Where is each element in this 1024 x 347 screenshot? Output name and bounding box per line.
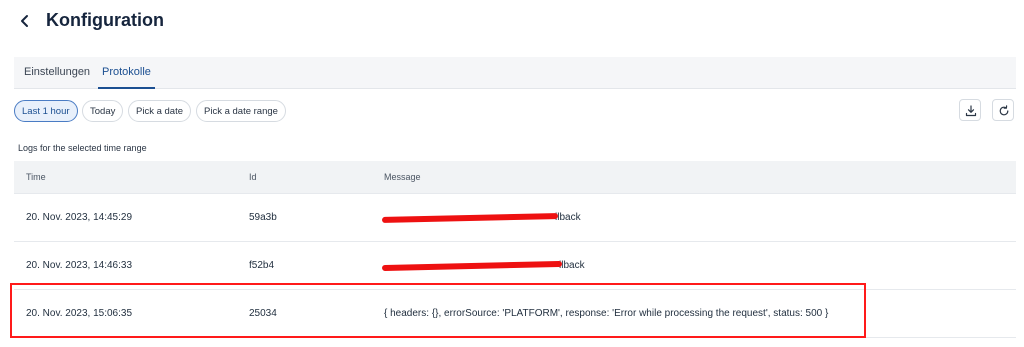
redaction-mark (381, 260, 563, 272)
download-button[interactable] (959, 99, 981, 121)
log-time: 20. Nov. 2023, 14:45:29 (26, 212, 133, 223)
refresh-icon (999, 105, 1009, 116)
table-row[interactable]: 20. Nov. 2023, 14:46:33 f52b4 llback (14, 242, 1016, 290)
column-header-id[interactable]: Id (249, 161, 257, 193)
tab-protokolle[interactable]: Protokolle (98, 57, 155, 89)
page-title: Konfiguration (46, 10, 164, 30)
redaction-mark (381, 213, 559, 223)
column-header-message[interactable]: Message (384, 161, 421, 193)
log-id: 25034 (249, 308, 277, 319)
table-header: Time Id Message (14, 161, 1016, 194)
tab-einstellungen[interactable]: Einstellungen (24, 57, 90, 88)
filter-last-1-hour[interactable]: Last 1 hour (14, 100, 78, 122)
filter-pick-a-date-range[interactable]: Pick a date range (196, 100, 286, 122)
log-message: { headers: {}, errorSource: 'PLATFORM', … (384, 308, 829, 319)
page-header: Konfiguration (0, 0, 1024, 44)
filter-today[interactable]: Today (82, 100, 124, 122)
logs-table: Time Id Message 20. Nov. 2023, 14:45:29 … (14, 161, 1016, 338)
filter-pick-a-date[interactable]: Pick a date (128, 100, 191, 122)
log-id: 59a3b (249, 212, 277, 223)
refresh-button[interactable] (992, 99, 1014, 121)
table-row[interactable]: 20. Nov. 2023, 14:45:29 59a3b llback (14, 194, 1016, 242)
logs-caption: Logs for the selected time range (18, 143, 147, 153)
log-time: 20. Nov. 2023, 14:46:33 (26, 260, 133, 271)
tab-bar: Einstellungen Protokolle (14, 57, 1016, 89)
download-icon (965, 105, 977, 117)
table-row[interactable]: 20. Nov. 2023, 15:06:35 25034 { headers:… (14, 290, 1016, 338)
log-message: llback (555, 212, 581, 223)
log-time: 20. Nov. 2023, 15:06:35 (26, 308, 133, 319)
chevron-left-icon[interactable] (18, 11, 32, 31)
log-message: llback (559, 260, 585, 271)
log-id: f52b4 (249, 260, 275, 271)
column-header-time[interactable]: Time (26, 161, 46, 193)
